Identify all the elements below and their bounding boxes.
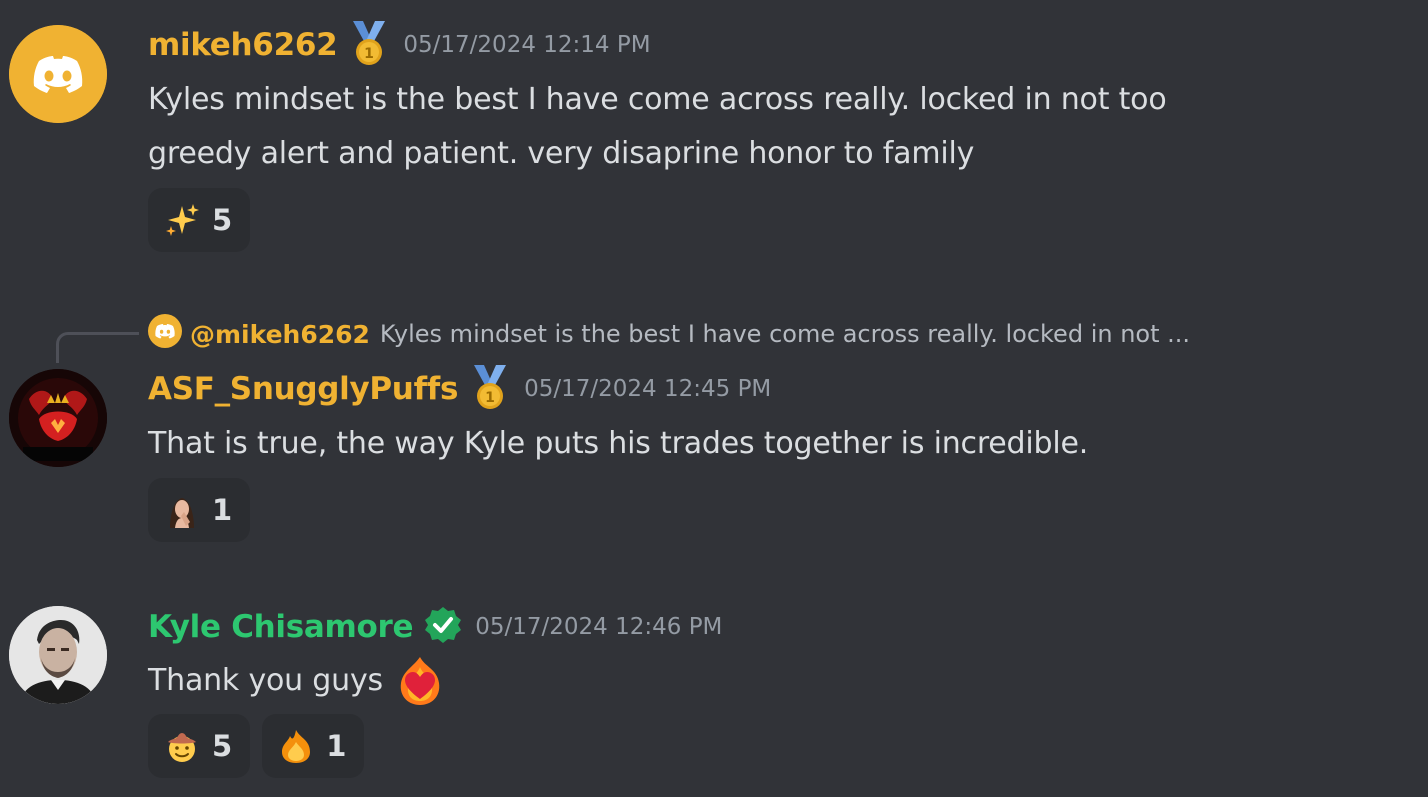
message-header: Kyle Chisamore 05/17/2024 12:46 PM [148, 604, 722, 650]
chat-message-list: mikeh6262 1 05/17/2024 12:14 PM Kyles mi… [0, 0, 1428, 797]
message-content: Kyles mindset is the best I have come ac… [148, 73, 1167, 181]
username[interactable]: mikeh6262 [148, 27, 338, 63]
photo-avatar-icon [9, 606, 107, 704]
reply-snippet: Kyles mindset is the best I have come ac… [379, 320, 1191, 348]
avatar[interactable] [9, 369, 107, 467]
reaction-count: 1 [326, 729, 347, 763]
timestamp: 05/17/2024 12:46 PM [475, 614, 723, 640]
reaction-count: 1 [212, 493, 233, 527]
message-content: That is true, the way Kyle puts his trad… [148, 417, 1088, 471]
discord-logo-icon [148, 314, 182, 354]
discord-logo-icon [9, 25, 107, 123]
message-text-line: Kyles mindset is the best I have come ac… [148, 82, 1167, 117]
gold-medal-icon[interactable]: 1 [347, 19, 391, 71]
reply-mention[interactable]: @mikeh6262 [190, 320, 370, 349]
reaction-count: 5 [212, 729, 233, 763]
message-text-line: That is true, the way Kyle puts his trad… [148, 426, 1089, 461]
sparkles-icon [164, 202, 200, 238]
timestamp: 05/17/2024 12:45 PM [524, 376, 772, 402]
red-dragon-avatar-icon [9, 369, 107, 467]
custom-person-emoji-icon [164, 492, 200, 528]
reactions-bar: 5 [148, 188, 251, 252]
message-text-line: greedy alert and patient. very disaprine… [148, 136, 975, 171]
reply-preview[interactable]: @mikeh6262 Kyles mindset is the best I h… [148, 314, 1190, 354]
message-text-line: Thank you guys [148, 663, 383, 698]
heart-on-fire-icon [395, 655, 445, 707]
svg-text:1: 1 [485, 390, 495, 406]
reaction-custom-person[interactable]: 1 [148, 478, 251, 542]
message-header: ASF_SnugglyPuffs 1 05/17/2024 12:45 PM [148, 363, 772, 415]
gold-medal-icon[interactable]: 1 [468, 363, 512, 415]
avatar[interactable] [9, 25, 107, 123]
cowboy-face-icon [164, 728, 200, 764]
reply-spine [56, 332, 139, 363]
avatar[interactable] [9, 606, 107, 704]
svg-text:1: 1 [365, 46, 375, 62]
reaction-cowboy-face[interactable]: 5 [148, 714, 251, 778]
reaction-fire[interactable]: 1 [262, 714, 365, 778]
message-header: mikeh6262 1 05/17/2024 12:14 PM [148, 19, 651, 71]
timestamp: 05/17/2024 12:14 PM [403, 32, 651, 58]
verified-check-icon[interactable] [423, 605, 463, 649]
reaction-count: 5 [212, 203, 233, 237]
message-text-row: Thank you guys [148, 654, 445, 708]
reaction-sparkles[interactable]: 5 [148, 188, 251, 252]
message-content: Thank you guys [148, 654, 445, 708]
username[interactable]: Kyle Chisamore [148, 609, 414, 645]
reactions-bar: 1 [148, 478, 251, 542]
fire-icon [278, 728, 314, 764]
reactions-bar: 5 1 [148, 714, 365, 778]
username[interactable]: ASF_SnugglyPuffs [148, 371, 458, 407]
